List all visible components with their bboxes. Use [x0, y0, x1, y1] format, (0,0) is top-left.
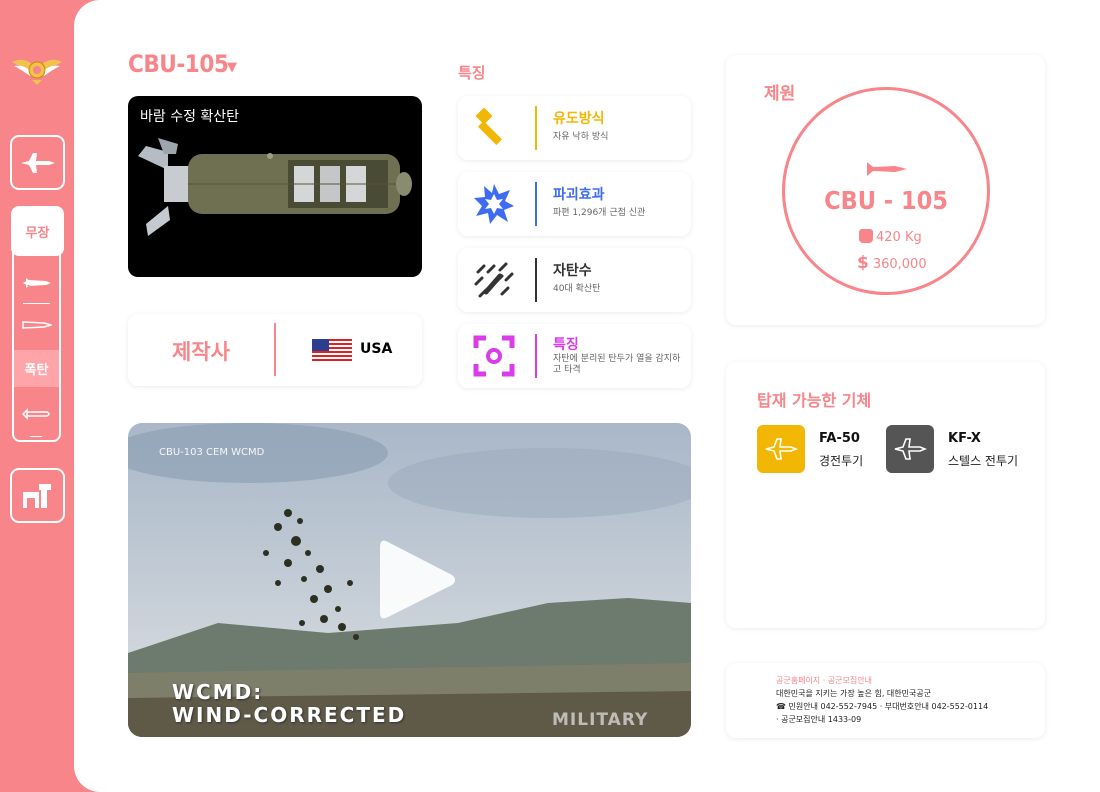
submunitions-icon [474, 262, 514, 298]
bomb-submenu-button[interactable]: 폭탄 [14, 350, 59, 387]
scroll-handle[interactable] [30, 436, 42, 437]
divider [23, 303, 50, 304]
specs-card: 제원 CBU - 105 420 Kg $360,000 [726, 55, 1045, 325]
facility-menu-button[interactable] [10, 468, 65, 523]
manufacturer-country: USA [360, 341, 393, 357]
video-subtitle-line2: WIND-CORRECTED [172, 703, 407, 727]
feature-title: 자탄수 [553, 263, 592, 279]
video-subtitle-line1: WCMD: [172, 680, 264, 704]
footer-phones: ☎ 민원안내 042-552-7945 · 부대번호안내 042-552-011… [776, 702, 989, 711]
bomb-icon [867, 162, 907, 176]
dollar-icon: $ [857, 253, 869, 273]
feature-desc: 자유 낙하 방식 [553, 132, 609, 142]
feature-effect-card: 파괴효과 파편 1,296개 근접 신관 [458, 172, 691, 236]
aircraft-name: KF-X [948, 431, 981, 446]
footer-recruit: · 공군모집안내 1433-09 [776, 715, 862, 724]
air-force-emblem-icon [12, 59, 62, 85]
cluster-bomb-submenu-button[interactable] [14, 395, 59, 432]
aircraft-type: 경전투기 [819, 454, 864, 468]
specs-label: 제원 [764, 84, 796, 104]
rocket-submenu-button[interactable] [14, 306, 59, 343]
feature-submunitions-card: 자탄수 40대 확산탄 [458, 248, 691, 312]
video-tag: CBU-103 CEM WCMD [159, 447, 265, 458]
cluster-bomb-icon [21, 407, 50, 420]
aircraft-menu-button[interactable] [10, 135, 65, 190]
divider [535, 106, 537, 150]
bomb-image [138, 138, 412, 236]
feature-title: 특징 [553, 337, 579, 353]
footer-card: 공군홈페이지 · 공군모집안내 대한민국을 지키는 가장 높은 힘, 대한민국공… [726, 663, 1045, 738]
divider [535, 182, 537, 226]
feature-desc: 자탄에 분리된 탄두가 열을 감지하고 타격 [553, 354, 681, 375]
tab-weapons-label: 무장 [25, 225, 50, 241]
specs-weight: 420 Kg [859, 229, 922, 245]
chevron-down-icon[interactable]: ▼ [227, 60, 237, 75]
stealth-jet-icon [886, 425, 934, 473]
explosion-icon [474, 184, 514, 224]
us-flag-icon [312, 339, 352, 361]
manufacturer-card: 제작사 USA [128, 314, 422, 386]
footer-slogan: 대한민국을 지키는 가장 높은 힘, 대한민국공군 [776, 689, 932, 698]
specs-weight-value: 420 Kg [876, 230, 922, 245]
video-brand-watermark: MILITARY [552, 710, 649, 730]
hangar-icon [22, 483, 51, 508]
footer-links[interactable]: 공군홈페이지 · 공군모집안내 [776, 675, 872, 686]
divider [535, 334, 537, 378]
weight-icon [859, 229, 873, 243]
feature-guidance-card: 유도방식 자유 낙하 방식 [458, 96, 691, 160]
target-scan-icon [473, 335, 515, 377]
missile-icon [22, 277, 51, 288]
main-panel: CBU-105 ▼ 바람 수정 확산탄 제작사 USA 특징 유도방식 자유 낙… [74, 0, 1100, 792]
rocket-icon [21, 320, 52, 329]
specs-price-value: 360,000 [872, 257, 927, 272]
video-subtitle: WCMD: WIND-CORRECTED [172, 681, 406, 727]
missile-submenu-button[interactable] [14, 264, 59, 301]
weapon-title: CBU-105 [128, 50, 229, 78]
specs-price: $360,000 [857, 253, 927, 273]
features-header: 특징 [458, 64, 486, 82]
feature-desc: 파편 1,296개 근접 신관 [553, 208, 646, 218]
jet-icon [20, 152, 55, 173]
aircraft-label: 탑재 가능한 기체 [757, 391, 872, 410]
feature-title: 파괴효과 [553, 187, 605, 203]
feature-title: 유도방식 [553, 111, 605, 127]
fighter-jet-icon [757, 425, 805, 473]
manufacturer-label: 제작사 [172, 340, 230, 364]
aircraft-name: FA-50 [819, 431, 860, 446]
weapon-image-card: 바람 수정 확산탄 [128, 96, 422, 277]
bomb-submenu-label: 폭탄 [24, 363, 49, 378]
wrench-icon [475, 107, 503, 146]
divider [535, 258, 537, 302]
tab-weapons[interactable]: 무장 [11, 206, 64, 256]
weapons-menu-group: 무장 폭탄 [11, 206, 64, 442]
specs-ring: CBU - 105 420 Kg $360,000 [782, 87, 990, 295]
divider [274, 323, 276, 376]
play-icon[interactable] [378, 535, 458, 625]
aircraft-type: 스텔스 전투기 [948, 454, 1019, 468]
feature-desc: 40대 확산탄 [553, 284, 601, 294]
feature-special-card: 특징 자탄에 분리된 탄두가 열을 감지하고 타격 [458, 324, 691, 388]
sidebar: 무장 폭탄 [0, 0, 74, 792]
specs-name: CBU - 105 [824, 186, 948, 215]
video-player[interactable]: CBU-103 CEM WCMD WCMD: WIND-CORRECTED MI… [128, 423, 691, 737]
compatible-aircraft-card: 탑재 가능한 기체 FA-50 경전투기 KF-X 스텔스 전투기 [726, 362, 1045, 628]
